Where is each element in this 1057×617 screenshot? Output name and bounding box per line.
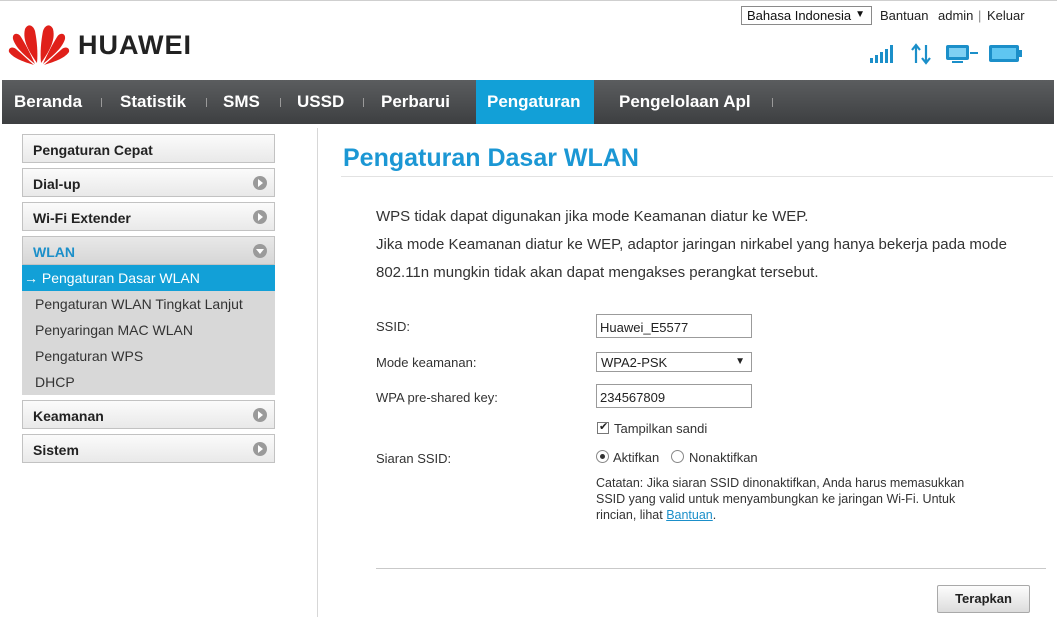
sidebar-item-keamanan[interactable]: Keamanan [22, 400, 275, 429]
nav-separator [363, 98, 364, 107]
user-name: admin [938, 8, 974, 23]
ssid-label: SSID: [376, 319, 410, 334]
notice-line: WPS tidak dapat digunakan jika mode Keam… [376, 208, 809, 225]
broadcast-enable-radio[interactable] [596, 450, 609, 463]
collapse-arrow-icon [253, 244, 267, 258]
nav-separator [206, 98, 207, 107]
main-nav: Beranda Statistik SMS USSD Perbarui Peng… [2, 80, 1054, 124]
status-icons [870, 43, 1022, 65]
dropdown-arrow-icon: ▼ [735, 356, 745, 367]
language-select[interactable]: Bahasa Indonesia ▼ [741, 6, 872, 25]
note-end: . [712, 508, 717, 522]
expand-arrow-icon [253, 408, 267, 422]
data-transfer-icon [911, 43, 931, 65]
submenu-item-pengaturan-wps[interactable]: Pengaturan WPS [22, 343, 275, 369]
nav-statistik[interactable]: Statistik [120, 80, 186, 124]
signal-strength-icon [870, 45, 893, 63]
help-link[interactable]: Bantuan [880, 8, 928, 23]
show-password-checkbox[interactable] [597, 420, 609, 434]
apply-button[interactable]: Terapkan [937, 585, 1030, 613]
submenu-item-penyaringan-mac[interactable]: Penyaringan MAC WLAN [22, 317, 275, 343]
sidebar-item-wifi-extender[interactable]: Wi-Fi Extender [22, 202, 275, 231]
sidebar-item-label: Pengaturan Cepat [33, 142, 153, 158]
broadcast-disable-label: Nonaktifkan [689, 450, 758, 465]
language-select-value: Bahasa Indonesia [747, 8, 852, 23]
security-mode-select[interactable]: WPA2-PSK ▼ [596, 352, 752, 372]
sidebar-item-sistem[interactable]: Sistem [22, 434, 275, 463]
sidebar-item-label: WLAN [33, 244, 75, 260]
submenu-item-wlan-tingkat-lanjut[interactable]: Pengaturan WLAN Tingkat Lanjut [22, 291, 275, 317]
submenu-item-label: Pengaturan Dasar WLAN [41, 270, 200, 286]
header: HUAWEI Bahasa Indonesia ▼ Bantuan admin … [0, 0, 1057, 80]
submenu-item-dhcp[interactable]: DHCP [22, 369, 275, 395]
sidebar-item-label: Wi-Fi Extender [33, 210, 131, 226]
submenu-item-pengaturan-dasar-wlan[interactable]: → Pengaturan Dasar WLAN [22, 265, 275, 291]
ssid-broadcast-note: Catatan: Jika siaran SSID dinonaktifkan,… [596, 475, 996, 523]
pc-connection-icon [946, 45, 978, 63]
brand-name: HUAWEI [78, 30, 192, 60]
notice-line: 802.11n mungkin tidak akan dapat mengaks… [376, 264, 819, 281]
nav-separator [101, 98, 102, 107]
ssid-broadcast-label: Siaran SSID: [376, 451, 452, 466]
help-link-inline[interactable]: Bantuan [666, 508, 713, 522]
wlan-submenu: → Pengaturan Dasar WLAN Pengaturan WLAN … [22, 265, 275, 395]
sidebar-item-dial-up[interactable]: Dial-up [22, 168, 275, 197]
nav-sms[interactable]: SMS [223, 80, 260, 124]
sidebar-item-label: Keamanan [33, 408, 104, 424]
content-divider [317, 128, 318, 617]
nav-pengelolaan-apl[interactable]: Pengelolaan Apl [619, 80, 751, 124]
note-text: Catatan: Jika siaran SSID dinonaktifkan,… [596, 476, 965, 522]
psk-input[interactable] [596, 384, 752, 408]
huawei-logo-icon [8, 25, 70, 65]
title-divider [341, 176, 1053, 177]
expand-arrow-icon [253, 210, 267, 224]
form-divider [376, 568, 1046, 569]
sidebar-item-label: Sistem [33, 442, 79, 458]
broadcast-disable-radio[interactable] [671, 450, 684, 463]
battery-icon [989, 45, 1022, 62]
nav-separator [280, 98, 281, 107]
logout-link[interactable]: Keluar [987, 8, 1025, 23]
show-password-label: Tampilkan sandi [614, 421, 708, 436]
nav-perbarui[interactable]: Perbarui [381, 80, 450, 124]
ssid-input[interactable] [596, 314, 752, 338]
sidebar-item-pengaturan-cepat[interactable]: Pengaturan Cepat [22, 134, 275, 163]
top-separator: | [978, 8, 982, 23]
security-mode-label: Mode keamanan: [376, 355, 477, 370]
broadcast-enable-label: Aktifkan [613, 450, 660, 465]
expand-arrow-icon [253, 442, 267, 456]
sidebar-item-label: Dial-up [33, 176, 81, 192]
expand-arrow-icon [253, 176, 267, 190]
page-title: Pengaturan Dasar WLAN [343, 144, 639, 172]
security-mode-value: WPA2-PSK [601, 355, 668, 370]
nav-pengaturan[interactable]: Pengaturan [476, 80, 594, 124]
sidebar-item-wlan[interactable]: WLAN [22, 236, 275, 265]
nav-ussd[interactable]: USSD [297, 80, 344, 124]
dropdown-arrow-icon: ▼ [855, 9, 865, 20]
psk-label: WPA pre-shared key: [376, 390, 498, 405]
nav-beranda[interactable]: Beranda [14, 80, 82, 124]
active-arrow-icon: → [24, 270, 38, 286]
nav-separator [772, 98, 773, 107]
notice-line: Jika mode Keamanan diatur ke WEP, adapto… [376, 236, 1007, 253]
